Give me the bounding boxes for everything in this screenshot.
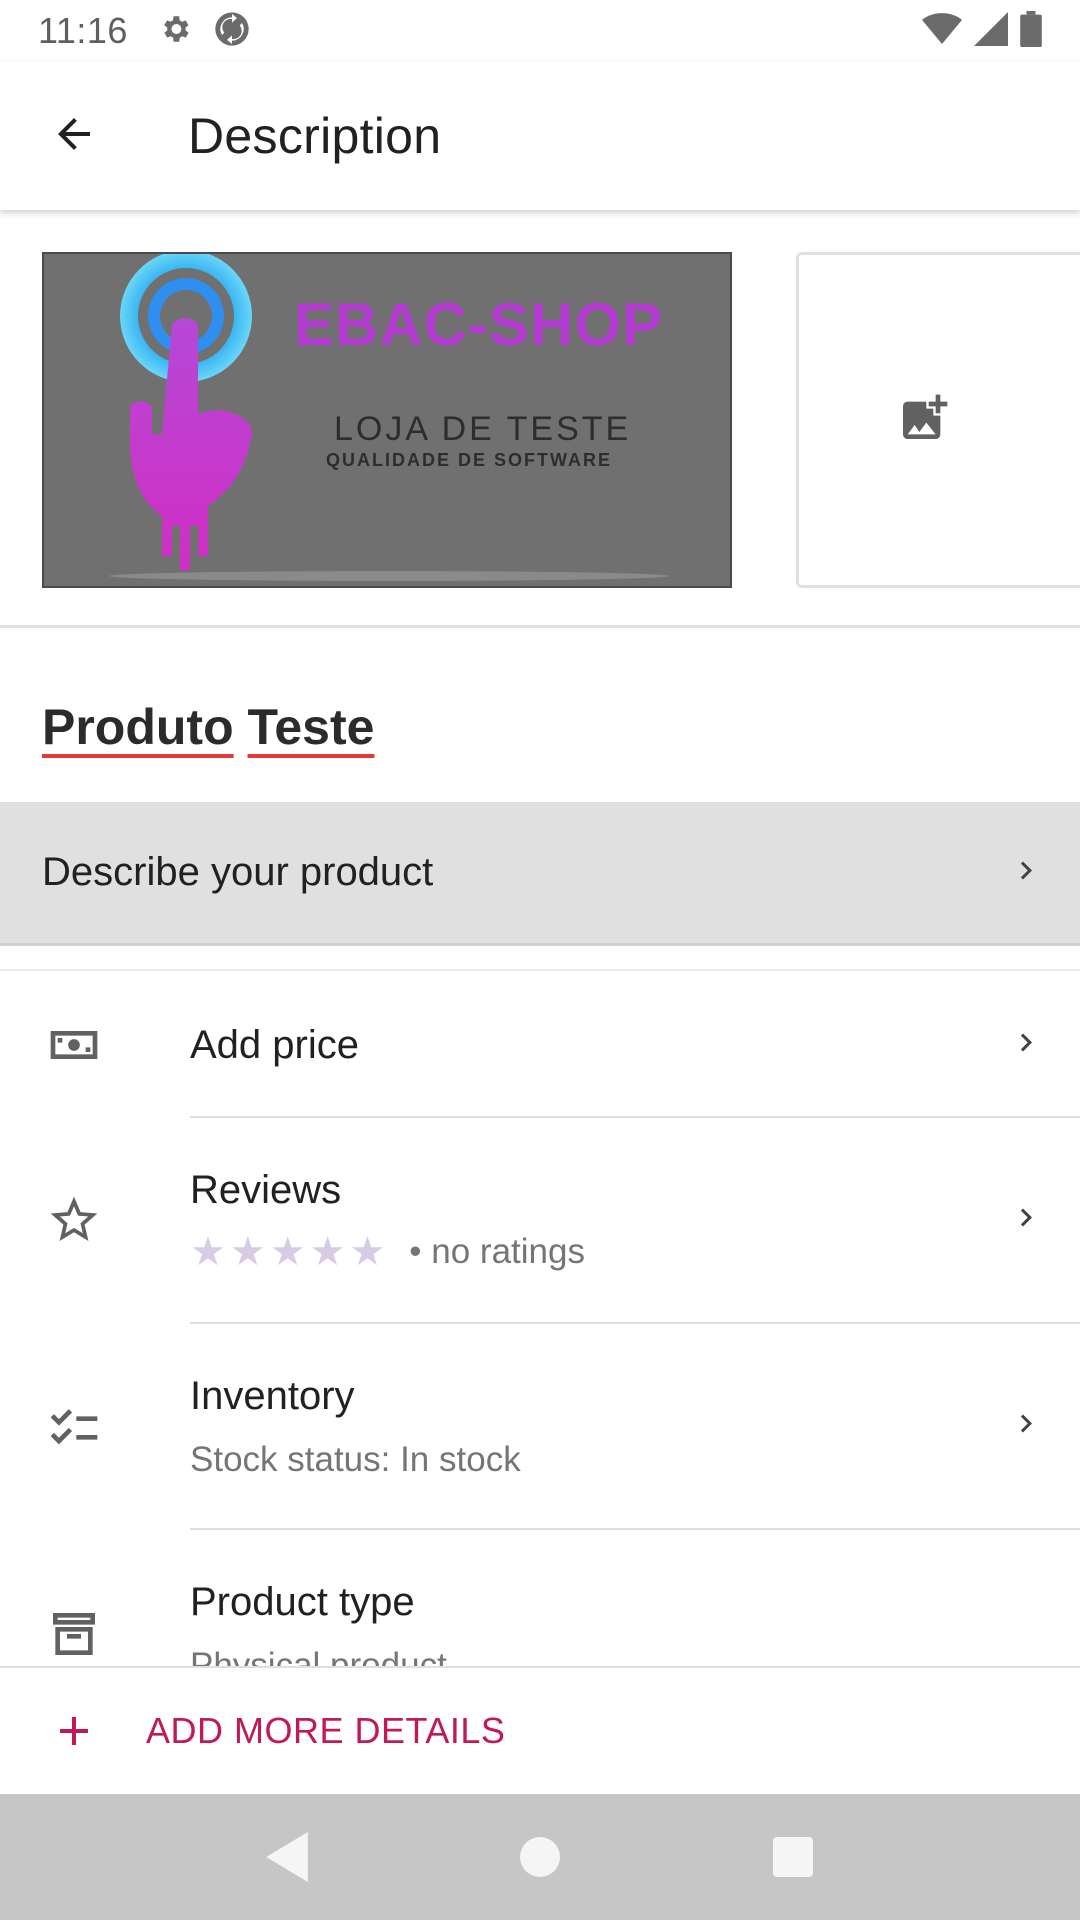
status-left-icons (158, 9, 252, 54)
no-ratings-text: • no ratings (409, 1232, 585, 1271)
chevron-right-icon (1008, 852, 1044, 893)
nav-home-icon (519, 1837, 560, 1877)
page-title: Description (188, 108, 442, 164)
list-item-price[interactable]: Add price (0, 973, 1080, 1118)
arrow-back-icon (50, 110, 98, 163)
plus-icon (44, 1701, 104, 1761)
nav-home-button[interactable] (500, 1817, 580, 1897)
add-image-button[interactable] (796, 252, 1080, 588)
app-bar: Description (0, 62, 1080, 210)
list-item-inventory[interactable]: Inventory Stock status: In stock (0, 1324, 1080, 1530)
nav-back-button[interactable] (247, 1817, 327, 1897)
star-empty-icon: ★ (229, 1230, 266, 1274)
product-type-value: Physical product (190, 1646, 447, 1666)
reviews-label: Reviews (190, 1168, 342, 1212)
system-nav-bar (0, 1794, 1080, 1920)
product-type-label: Product type (190, 1580, 415, 1624)
chevron-right-icon (1008, 1200, 1044, 1241)
archive-icon (44, 1604, 104, 1664)
describe-product-label: Describe your product (42, 850, 434, 894)
describe-product-row[interactable]: Describe your product (0, 802, 1080, 946)
logo-brand-text: EBAC-SHOP (294, 291, 664, 358)
signal-icon (974, 11, 1008, 51)
logo-tagline-2: QUALIDADE DE SOFTWARE (326, 450, 613, 470)
settings-icon (158, 12, 192, 51)
nav-back-icon (265, 1832, 308, 1882)
star-empty-icon: ★ (269, 1230, 306, 1274)
product-name-word-2: Teste (247, 699, 375, 755)
sync-icon (212, 9, 252, 54)
checklist-icon (44, 1398, 104, 1458)
money-icon (44, 1015, 104, 1075)
chevron-right-icon (1008, 1406, 1044, 1447)
list-item-reviews[interactable]: Reviews ★ ★ ★ ★ ★ • no ratings (0, 1118, 1080, 1324)
add-price-label: Add price (190, 1023, 359, 1067)
section-divider (0, 949, 1080, 971)
product-name-word-1: Produto (42, 699, 234, 755)
star-empty-icon: ★ (309, 1230, 346, 1274)
status-bar: 11:16 (0, 0, 1080, 62)
list-item-product-type[interactable]: Product type Physical product (0, 1530, 1080, 1666)
product-name-section[interactable]: Produto Teste (0, 628, 1080, 802)
nav-recents-icon (773, 1837, 814, 1877)
battery-icon (1020, 10, 1042, 52)
rating-stars: ★ ★ ★ ★ ★ • no ratings (190, 1232, 585, 1272)
star-empty-icon: ★ (190, 1230, 226, 1274)
add-more-details-label: ADD MORE DETAILS (146, 1710, 506, 1751)
add-photo-icon (896, 390, 952, 451)
star-outline-icon (44, 1190, 104, 1250)
status-right-icons (922, 10, 1042, 52)
nav-recents-button[interactable] (753, 1817, 833, 1897)
logo-tagline-1: LOJA DE TESTE (334, 410, 632, 448)
status-time: 11:16 (38, 10, 128, 51)
product-name[interactable]: Produto Teste (42, 698, 374, 756)
product-image[interactable]: EBAC-SHOP LOJA DE TESTE QUALIDADE DE SOF… (42, 252, 732, 588)
inventory-label: Inventory (190, 1374, 355, 1418)
image-gallery[interactable]: EBAC-SHOP LOJA DE TESTE QUALIDADE DE SOF… (0, 210, 1080, 628)
wifi-icon (922, 12, 962, 51)
stock-status-text: Stock status: In stock (190, 1440, 521, 1479)
chevron-right-icon (1008, 1025, 1044, 1066)
add-more-details-button[interactable]: ADD MORE DETAILS (0, 1666, 1080, 1794)
back-button[interactable] (14, 76, 134, 196)
star-empty-icon: ★ (349, 1230, 386, 1274)
